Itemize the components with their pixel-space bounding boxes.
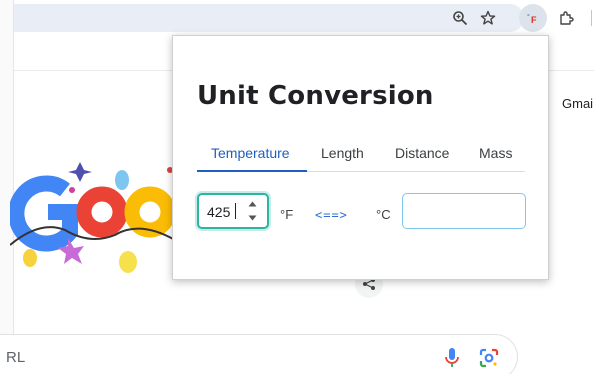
popup-title: Unit Conversion [197,81,434,111]
zoom-icon[interactable] [448,6,472,30]
number-spinner[interactable] [246,201,259,221]
text-caret [235,203,236,219]
spinner-up-icon[interactable] [248,201,257,207]
celsius-output[interactable] [402,193,526,229]
lens-icon[interactable] [478,347,500,369]
tab-distance[interactable]: Distance [395,145,449,161]
browser-toolbar: ° F [14,0,594,36]
svg-text:°: ° [527,13,530,21]
spinner-down-icon[interactable] [248,215,257,221]
unit-conversion-popup: Unit Conversion Temperature Length Dista… [172,35,549,280]
google-search-box[interactable]: RL [0,334,518,374]
toolbar-divider [591,10,592,26]
mic-icon[interactable] [442,347,462,369]
active-tab-indicator [197,170,307,172]
svg-text:F: F [531,15,537,25]
tab-mass[interactable]: Mass [479,145,512,161]
tab-length[interactable]: Length [321,145,364,161]
to-unit-label: °C [376,207,391,222]
tab-temperature[interactable]: Temperature [211,145,290,161]
unit-tabs: Temperature Length Distance Mass [197,140,525,172]
conversion-direction-label: <==> [315,208,348,222]
puzzle-icon[interactable] [554,6,578,30]
star-icon[interactable] [476,6,500,30]
gmail-link[interactable]: Gmai [562,96,593,111]
from-unit-label: °F [280,207,294,222]
fahrenheit-value: 425 [207,204,231,220]
search-hint-text: RL [6,349,26,366]
google-doodle[interactable] [8,150,180,290]
fahrenheit-input[interactable]: 425 [197,193,269,229]
converter-extension-icon[interactable]: ° F [519,4,547,32]
